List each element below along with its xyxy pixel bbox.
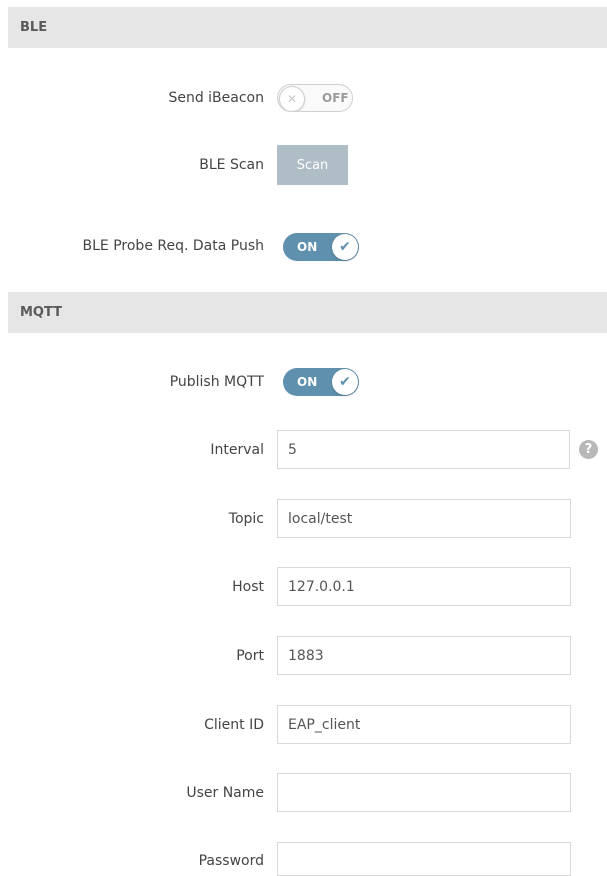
check-icon: ✔	[332, 369, 358, 395]
ble-section-header: BLE	[8, 7, 607, 48]
topic-label: Topic	[228, 511, 264, 527]
publish-mqtt-label: Publish MQTT	[169, 374, 264, 390]
send-ibeacon-label: Send iBeacon	[168, 90, 264, 106]
host-label: Host	[232, 579, 264, 595]
port-label: Port	[236, 648, 264, 664]
client-id-label: Client ID	[204, 717, 264, 733]
probe-push-toggle[interactable]: ON ✔	[283, 233, 359, 261]
ble-section-title: BLE	[20, 20, 48, 35]
close-icon: ✕	[279, 86, 305, 111]
probe-push-label: BLE Probe Req. Data Push	[82, 238, 264, 254]
check-icon: ✔	[332, 234, 358, 260]
send-ibeacon-toggle[interactable]: ✕ OFF	[277, 84, 353, 112]
interval-label: Interval	[210, 442, 264, 458]
send-ibeacon-state: OFF	[322, 91, 349, 105]
probe-push-state: ON	[297, 240, 318, 254]
user-name-input[interactable]	[277, 773, 571, 812]
password-label: Password	[198, 853, 264, 869]
publish-mqtt-state: ON	[297, 375, 318, 389]
interval-input[interactable]	[277, 430, 570, 469]
client-id-input[interactable]	[277, 705, 571, 744]
ble-scan-label: BLE Scan	[199, 157, 264, 173]
port-input[interactable]	[277, 636, 571, 675]
host-input[interactable]	[277, 567, 571, 606]
mqtt-section-title: MQTT	[20, 305, 63, 320]
scan-button[interactable]: Scan	[277, 145, 348, 185]
help-icon[interactable]: ?	[579, 440, 598, 459]
mqtt-section-header: MQTT	[8, 292, 607, 333]
topic-input[interactable]	[277, 499, 571, 538]
user-name-label: User Name	[186, 785, 264, 801]
password-input[interactable]	[277, 842, 571, 876]
publish-mqtt-toggle[interactable]: ON ✔	[283, 368, 359, 396]
